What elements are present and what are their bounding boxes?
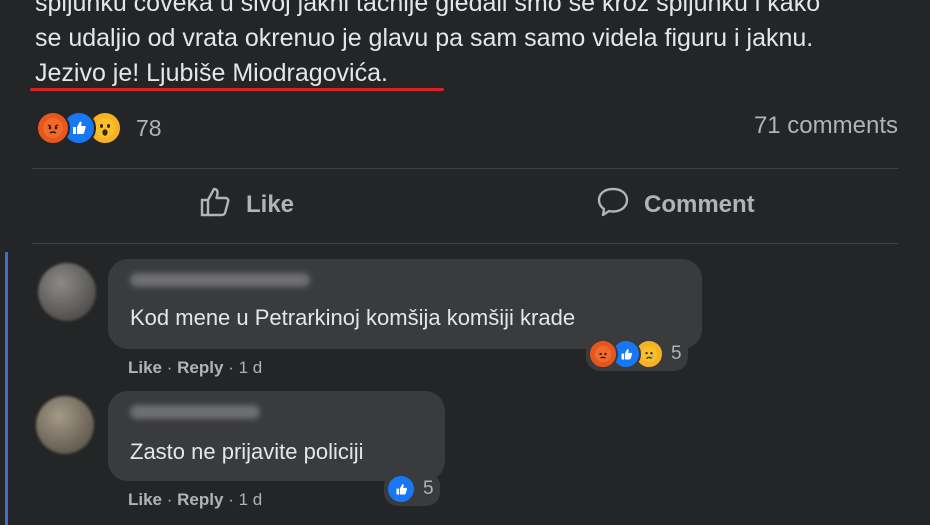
post-text-line: špijunku čoveka u sivoj jakni tačnije gl…	[35, 0, 821, 17]
reaction-summary[interactable]: 78	[36, 110, 162, 146]
like-label: Like	[246, 191, 295, 218]
comment-reply-link[interactable]: Reply	[177, 358, 223, 377]
comment-reply-link[interactable]: Reply	[177, 490, 223, 509]
post-text: špijunku čoveka u sivoj jakni tačnije gl…	[35, 0, 915, 91]
comment-like-link[interactable]: Like	[128, 490, 162, 509]
speech-bubble-icon	[596, 186, 630, 225]
comment-button[interactable]: Comment	[596, 182, 755, 228]
comment-text: Zasto ne prijavite policiji	[130, 439, 364, 464]
blurred-author-name[interactable]	[130, 273, 310, 287]
like-button[interactable]: Like	[198, 182, 294, 228]
comment-reactions[interactable]: 5	[384, 472, 440, 506]
thumbs-up-icon	[198, 186, 232, 225]
comment-reaction-count: 5	[423, 478, 434, 499]
avatar[interactable]	[38, 263, 96, 321]
comment-bubble: Zasto ne prijavite policiji	[108, 391, 445, 481]
divider	[32, 168, 898, 169]
comment-text: Kod mene u Petrarkinoj komšija komšiji k…	[130, 305, 576, 330]
blurred-author-name[interactable]	[130, 405, 260, 419]
like-icon	[386, 474, 416, 504]
angry-icon	[588, 339, 618, 369]
post-text-line: Jezivo je! Ljubiše Miodragovića.	[35, 59, 388, 87]
comment-reactions[interactable]: 5	[586, 337, 688, 371]
comment-bubble: Kod mene u Petrarkinoj komšija komšiji k…	[108, 259, 702, 349]
comment-label: Comment	[644, 191, 755, 218]
comment-like-link[interactable]: Like	[128, 358, 162, 377]
angry-icon	[36, 111, 70, 145]
comment-meta: Like · Reply · 1 d	[128, 358, 263, 377]
comment-meta: Like · Reply · 1 d	[128, 490, 263, 509]
divider	[32, 243, 898, 244]
post-card: špijunku čoveka u sivoj jakni tačnije gl…	[0, 0, 930, 525]
comment-thread-indicator	[5, 252, 8, 525]
comments-count-link[interactable]: 71 comments	[754, 112, 898, 140]
comment-age[interactable]: 1 d	[239, 490, 263, 509]
avatar[interactable]	[36, 396, 94, 454]
post-text-line: se udaljio od vrata okrenuo je glavu pa …	[35, 24, 814, 52]
comment-reaction-count: 5	[671, 343, 682, 364]
comment-age[interactable]: 1 d	[239, 358, 263, 377]
reaction-count: 78	[136, 114, 162, 141]
red-underline-annotation	[30, 88, 444, 91]
